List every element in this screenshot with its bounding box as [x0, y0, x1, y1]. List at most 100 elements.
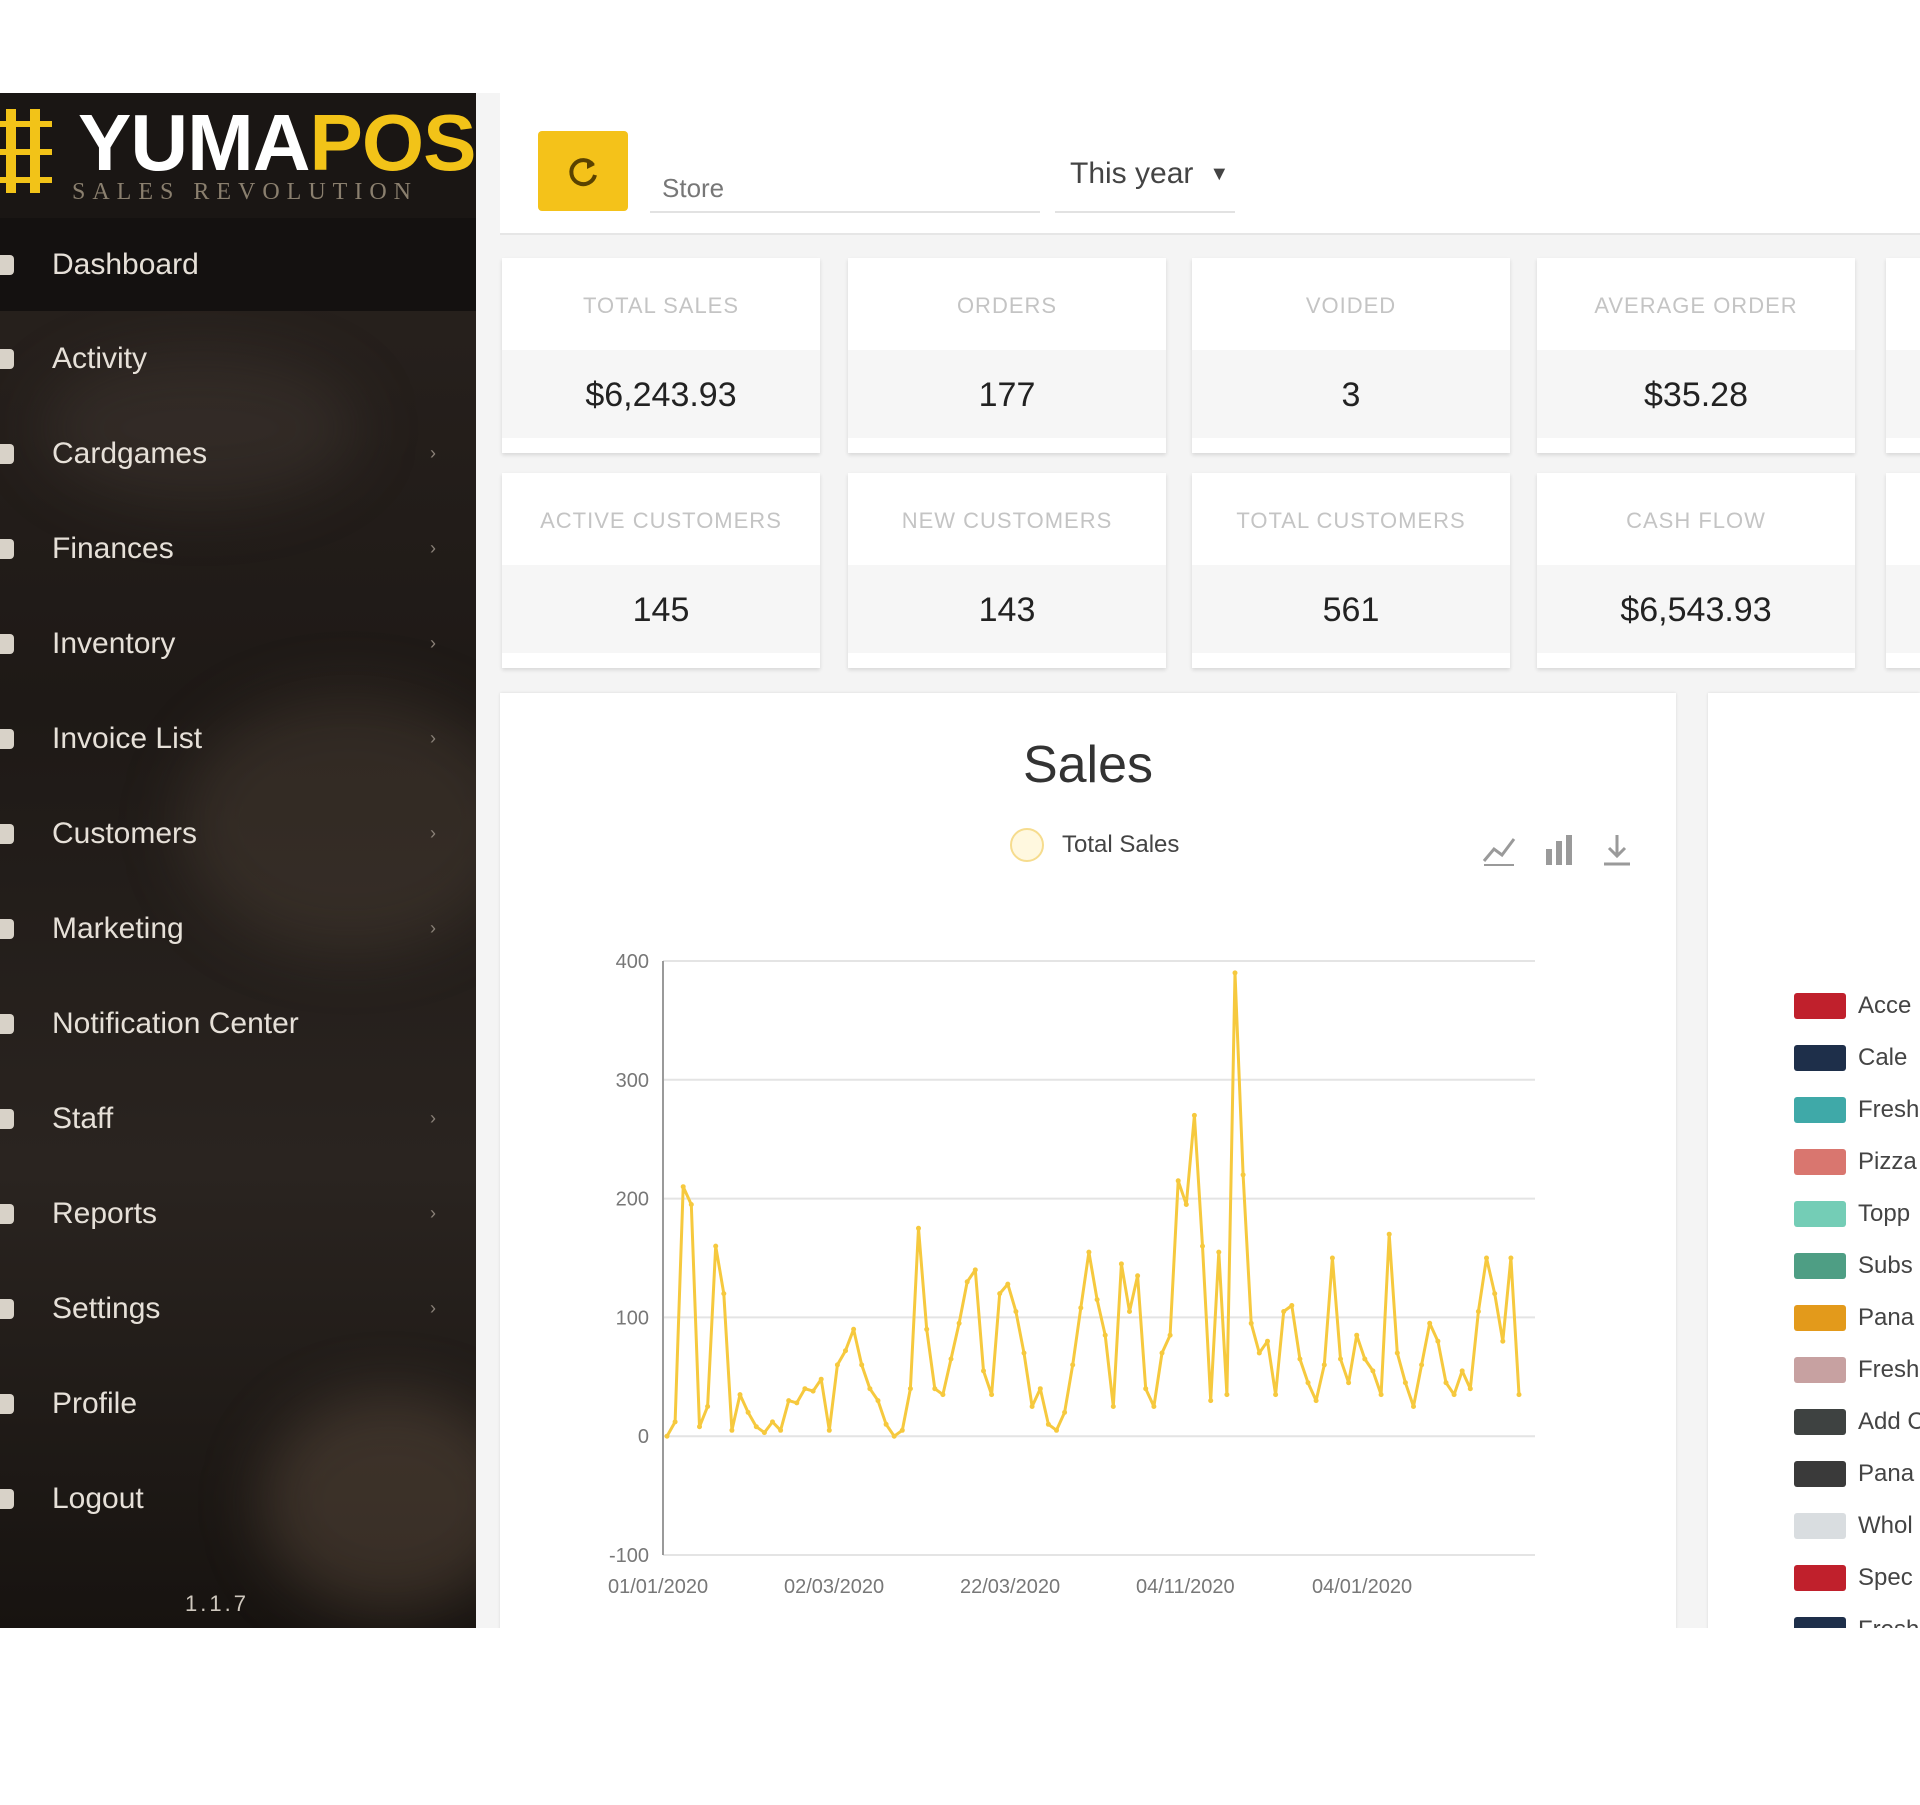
x-tick-label: 01/01/2020 — [608, 1576, 708, 1598]
y-tick-label: 0 — [638, 1426, 649, 1448]
data-point — [1086, 1249, 1092, 1255]
chevron-right-icon: › — [430, 538, 436, 558]
data-point — [924, 1326, 930, 1332]
brand-name: YUMAPOS — [78, 103, 476, 183]
pie-legend-item[interactable]: Spec — [1794, 1563, 1913, 1593]
pie-legend-item[interactable]: Pana — [1794, 1303, 1914, 1333]
pie-legend-item[interactable]: Fresh — [1794, 1615, 1919, 1628]
pie-legend-item[interactable]: Whol — [1794, 1511, 1913, 1541]
refresh-button[interactable] — [538, 131, 628, 211]
chevron-right-icon: › — [430, 823, 436, 843]
sidebar-item-profile[interactable]: Profile — [0, 1356, 476, 1451]
data-point — [697, 1424, 702, 1430]
sidebar-item-settings[interactable]: Settings › — [0, 1261, 476, 1356]
sidebar-item-label: Dashboard — [52, 247, 199, 281]
data-point — [802, 1386, 808, 1392]
data-point — [891, 1433, 897, 1439]
pie-legend-label: Subs — [1858, 1252, 1913, 1279]
data-point — [1346, 1380, 1352, 1386]
data-point — [956, 1320, 962, 1326]
chevron-right-icon: › — [430, 1298, 436, 1318]
data-point — [1070, 1362, 1076, 1368]
gear-icon — [0, 1298, 14, 1319]
sidebar-item-label: Notification Center — [52, 1006, 299, 1040]
sidebar-item-marketing[interactable]: Marketing › — [0, 881, 476, 976]
pie-legend-item[interactable]: Add C — [1794, 1407, 1920, 1437]
chevron-right-icon: › — [430, 728, 436, 748]
sidebar-item-inventory[interactable]: Inventory › — [0, 596, 476, 691]
sidebar-item-staff[interactable]: Staff › — [0, 1071, 476, 1166]
pie-legend-label: Pizza — [1858, 1148, 1917, 1175]
pie-legend-label: Whol — [1858, 1512, 1913, 1539]
kpi-card: ACTIVE CUSTOMERS 145 — [502, 473, 820, 668]
data-point — [745, 1409, 751, 1415]
profile-icon — [0, 1393, 14, 1414]
top-bar: Store This year ▼ — [500, 93, 1920, 235]
data-point — [1135, 1273, 1141, 1279]
kpi-value: 143 — [978, 591, 1036, 629]
kpi-label: NEW CUSTOMERS — [901, 508, 1113, 533]
sidebar-item-label: Settings — [52, 1291, 161, 1325]
period-select[interactable]: This year ▼ — [1070, 157, 1229, 191]
pie-legend-item[interactable]: Fresh — [1794, 1355, 1919, 1385]
data-point — [1427, 1320, 1433, 1326]
pie-legend-item[interactable]: Subs — [1794, 1251, 1913, 1281]
data-point — [1508, 1255, 1514, 1261]
category-pie-panel: Acce Cale Fresh Pizza Topp Subs Pana Fresh Add C… — [1708, 693, 1920, 1628]
pie-legend-item[interactable]: Pizza — [1794, 1147, 1917, 1177]
sidebar-item-dashboard[interactable]: Dashboard — [0, 218, 476, 311]
kpi-value: 561 — [1322, 591, 1380, 629]
kpi-value: 3 — [1341, 376, 1361, 414]
version-label: 1.1.7 — [185, 1591, 249, 1616]
pie-legend-swatch — [1794, 993, 1846, 1019]
sidebar-item-logout[interactable]: Logout — [0, 1451, 476, 1546]
kpi-value: 177 — [978, 376, 1036, 414]
data-point — [1118, 1261, 1124, 1267]
kpi-card: NEW CUSTOMERS 143 — [848, 473, 1166, 668]
data-point — [1443, 1380, 1449, 1386]
data-point — [1045, 1421, 1051, 1427]
sidebar-item-customers[interactable]: Customers › — [0, 786, 476, 881]
data-point — [1200, 1243, 1205, 1249]
data-point — [1127, 1309, 1132, 1314]
x-tick-label: 02/03/2020 — [784, 1576, 884, 1598]
sidebar-item-reports[interactable]: Reports › — [0, 1166, 476, 1261]
sidebar-item-cardgames[interactable]: Cardgames › — [0, 406, 476, 501]
data-point — [1378, 1392, 1384, 1398]
data-point — [1281, 1309, 1287, 1314]
chevron-right-icon: › — [430, 633, 436, 653]
sidebar-item-invoice-list[interactable]: Invoice List › — [0, 691, 476, 786]
pie-legend-swatch — [1794, 1097, 1846, 1123]
pie-legend-item[interactable]: Fresh — [1794, 1095, 1919, 1125]
brand-header[interactable]: YUMAPOS SALES REVOLUTION — [0, 93, 476, 218]
data-point — [907, 1386, 913, 1392]
pie-legend-item[interactable]: Topp — [1794, 1199, 1910, 1229]
data-point — [834, 1362, 840, 1368]
pie-legend-item[interactable]: Acce — [1794, 991, 1911, 1021]
data-point — [851, 1326, 857, 1332]
y-tick-label: 300 — [616, 1070, 649, 1092]
sidebar-item-label: Cardgames — [52, 436, 208, 470]
pie-legend-label: Topp — [1858, 1200, 1911, 1227]
pie-legend-swatch — [1794, 1305, 1846, 1331]
data-point — [818, 1376, 824, 1382]
data-point — [826, 1427, 832, 1433]
sidebar-item-notification-center[interactable]: Notification Center — [0, 976, 476, 1071]
pie-legend-item[interactable]: Pana — [1794, 1459, 1914, 1489]
bar-chart-icon — [0, 538, 14, 559]
data-point — [810, 1388, 816, 1394]
kpi-card-partial — [1886, 473, 1920, 668]
pie-legend-swatch — [1794, 1357, 1846, 1383]
data-point — [1216, 1249, 1222, 1255]
data-point — [1191, 1112, 1197, 1118]
data-point — [794, 1400, 800, 1406]
data-point — [1167, 1332, 1173, 1338]
sidebar-item-finances[interactable]: Finances › — [0, 501, 476, 596]
sidebar-item-activity[interactable]: Activity — [0, 311, 476, 406]
store-field[interactable]: Store — [662, 173, 724, 204]
pie-legend-label: Fresh — [1858, 1356, 1920, 1383]
pie-legend-item[interactable]: Cale — [1794, 1043, 1907, 1073]
data-point — [1321, 1362, 1327, 1368]
pie-legend-swatch — [1794, 1565, 1846, 1591]
kpi-card: TOTAL CUSTOMERS 561 — [1192, 473, 1510, 668]
